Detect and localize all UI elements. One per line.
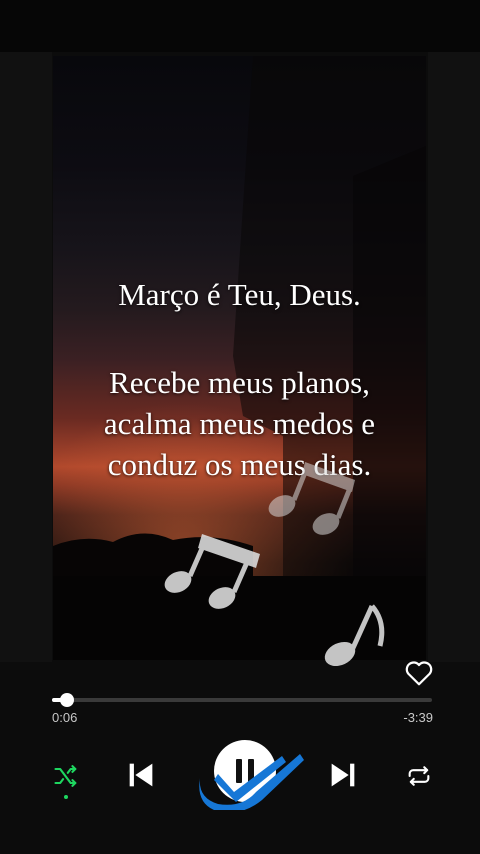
pause-icon <box>236 759 254 783</box>
lyric-line: conduz os meus dias. <box>107 447 372 482</box>
side-panel-left <box>0 52 52 662</box>
sunset-scenery <box>53 56 426 660</box>
cover-video: Março é Teu, Deus. Recebe meus planos, a… <box>53 56 426 660</box>
remaining-time: -3:39 <box>403 710 433 725</box>
lyric-line: acalma meus medos e <box>103 406 376 441</box>
elapsed-time: 0:06 <box>52 710 78 725</box>
progress-bar[interactable] <box>52 693 432 707</box>
skip-next-icon[interactable] <box>326 758 360 792</box>
skip-previous-icon[interactable] <box>124 758 158 792</box>
shuffle-active-indicator <box>64 795 68 799</box>
top-bar <box>0 0 480 52</box>
shuffle-icon[interactable] <box>52 762 80 790</box>
lyric-line: Recebe meus planos, <box>109 365 370 400</box>
repeat-icon[interactable] <box>404 762 434 790</box>
lyric-line: Março é Teu, Deus. <box>118 277 361 312</box>
progress-thumb[interactable] <box>60 693 75 707</box>
side-panel-right <box>428 52 480 662</box>
play-pause-button[interactable] <box>214 740 276 802</box>
heart-icon[interactable] <box>404 659 434 687</box>
